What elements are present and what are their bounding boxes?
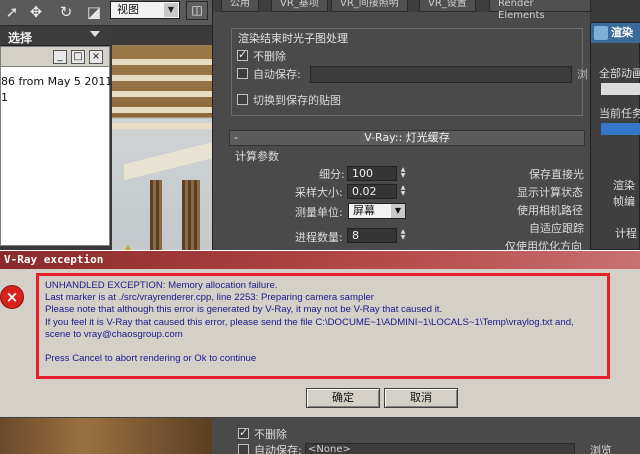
status-line: 帧编 — [613, 195, 635, 208]
settings-tabs: 公用 VR_基项 VR_间接照明 VR_设置 Render Elements — [213, 0, 591, 21]
log-subwindow: _ □ × 86 from May 5 2011, 1 1 — [0, 46, 126, 246]
option-show-calc-phase[interactable]: 显示计算状态 — [517, 184, 583, 200]
tab-vr-settings[interactable]: VR_设置 — [419, 0, 476, 12]
pivot-button[interactable]: ◫ — [186, 1, 208, 20]
scale-value: 屏幕 — [353, 204, 375, 217]
view-select[interactable]: 视图 ▼ — [110, 1, 180, 19]
bottom-auto-save-label: 自动保存: — [254, 444, 302, 454]
bottom-browse-button[interactable]: 浏览 — [590, 442, 612, 454]
option-use-camera-path[interactable]: 使用相机路径 — [517, 202, 583, 218]
group-title: 渲染结束时光子图处理 — [235, 30, 351, 46]
passes-value: 8 — [352, 229, 359, 242]
select-panel-header[interactable]: 选择 — [0, 26, 112, 46]
message-line: UNHANDLED EXCEPTION: Memory allocation f… — [45, 280, 278, 291]
error-message: UNHANDLED EXCEPTION: Memory allocation f… — [45, 280, 574, 365]
error-icon: × — [0, 285, 24, 309]
cursor-icon[interactable]: ➚ — [2, 2, 22, 22]
tab-common[interactable]: 公用 — [221, 0, 259, 12]
close-button[interactable]: × — [89, 50, 103, 64]
ceiling-stripe — [112, 107, 212, 113]
render-status-titlebar: 渲染 — [591, 23, 640, 43]
calc-params-label: 计算参数 — [235, 150, 279, 163]
rollout-title: V-Ray:: 灯光缓存 — [364, 131, 450, 144]
scene-pillar — [182, 180, 200, 250]
auto-save-label: 自动保存: — [253, 68, 301, 81]
option-adaptive-tracing[interactable]: 自适应跟踪 — [529, 220, 584, 236]
dropdown-arrow-icon[interactable] — [90, 31, 100, 37]
dialog-title: V-Ray exception — [0, 251, 640, 269]
sample-size-value: 0.02 — [352, 185, 377, 198]
message-line: Press Cancel to abort rendering or Ok to… — [45, 353, 257, 365]
spinner-arrows-icon[interactable]: ▲ ▼ — [398, 185, 408, 198]
ceiling-stripe — [112, 91, 212, 97]
chevron-down-icon: ▼ — [164, 3, 178, 17]
option-store-direct-light[interactable]: 保存直接光 — [529, 166, 584, 182]
ceiling-stripe — [112, 75, 212, 81]
bottom-auto-save-input[interactable]: <None> — [305, 443, 575, 454]
task-progress-bar — [601, 123, 640, 135]
viewport-bottom — [0, 416, 212, 454]
minimize-button[interactable]: _ — [53, 50, 67, 64]
render-status-title: 渲染 — [611, 26, 633, 39]
message-line: If you feel it is V-Ray that caused this… — [45, 316, 574, 328]
spinner-arrows-icon[interactable]: ▲ ▼ — [398, 167, 408, 180]
subdivs-label: 细分: — [319, 168, 345, 181]
sample-size-label: 采样大小: — [295, 186, 343, 199]
log-line: 1 — [1, 91, 8, 104]
dont-delete-label: 不删除 — [253, 50, 286, 63]
status-line: 渲染 — [613, 179, 635, 192]
dont-delete-checkbox[interactable] — [237, 48, 248, 61]
switch-to-saved-label: 切换到保存的贴图 — [253, 94, 341, 107]
view-select-value: 视图 — [117, 3, 139, 16]
app-icon — [594, 26, 608, 40]
scale-select[interactable]: 屏幕 ▼ — [348, 203, 406, 219]
select-label: 选择 — [8, 31, 33, 45]
log-line: 86 from May 5 2011, 1 — [1, 75, 127, 88]
bottom-none-value: <None> — [308, 444, 351, 454]
maximize-button[interactable]: □ — [71, 50, 85, 64]
total-progress-bar — [601, 83, 640, 95]
scene-pillar — [150, 180, 162, 250]
cancel-button[interactable]: 取消 — [384, 388, 458, 408]
switch-to-saved-checkbox[interactable] — [237, 94, 248, 105]
log-titlebar: _ □ × — [1, 47, 109, 67]
ceiling-stripe — [112, 59, 212, 65]
collapse-icon[interactable]: - — [234, 131, 238, 145]
passes-spinner[interactable]: 8 ▲ ▼ — [347, 228, 405, 243]
sample-size-spinner[interactable]: 0.02 ▲ ▼ — [347, 184, 405, 199]
vray-exception-dialog: V-Ray exception × UNHANDLED EXCEPTION: M… — [0, 250, 640, 418]
move-icon[interactable]: ✥ — [26, 2, 46, 22]
passes-label: 进程数量: — [295, 231, 343, 244]
bottom-dont-delete-checkbox[interactable] — [238, 426, 249, 439]
tab-vr-base[interactable]: VR_基项 — [271, 0, 328, 12]
auto-save-path-input[interactable] — [310, 66, 572, 83]
main-toolbar: ➚ ✥ ↻ ◪ 视图 ▼ ◫ — [0, 0, 212, 26]
auto-save-checkbox[interactable] — [237, 68, 248, 79]
bottom-dont-delete-label: 不删除 — [254, 428, 287, 441]
subdivs-value: 100 — [352, 167, 373, 180]
subdivs-spinner[interactable]: 100 ▲ ▼ — [347, 166, 405, 181]
scale-label: 测量单位: — [295, 206, 343, 219]
message-line: scene to vray@chaosgroup.com — [45, 328, 183, 340]
status-line: 当前任务 — [599, 107, 640, 120]
status-line: 全部动画 — [599, 67, 640, 80]
spinner-arrows-icon[interactable]: ▲ ▼ — [398, 229, 408, 242]
message-line: Last marker is at ./src/vrayrenderer.cpp… — [45, 292, 374, 304]
error-message-box: UNHANDLED EXCEPTION: Memory allocation f… — [36, 273, 610, 379]
chevron-down-icon: ▼ — [391, 204, 405, 218]
tab-vr-gi[interactable]: VR_间接照明 — [331, 0, 408, 12]
render-status-window: 渲染 全部动画 当前任务 渲染 帧编 计程 — [590, 22, 640, 250]
tab-render-elements[interactable]: Render Elements — [489, 0, 591, 21]
bottom-auto-save-checkbox[interactable] — [238, 444, 249, 454]
light-cache-rollout[interactable]: - V-Ray:: 灯光缓存 — [229, 130, 585, 146]
render-settings-panel: 公用 VR_基项 VR_间接照明 VR_设置 Render Elements 渲… — [212, 0, 591, 253]
message-line: Please note that although this error is … — [45, 304, 443, 316]
status-line: 计程 — [615, 227, 637, 240]
scene-beam — [124, 141, 212, 181]
viewport-3d[interactable] — [112, 45, 212, 250]
scale-icon[interactable]: ◪ — [84, 2, 104, 22]
ceiling-stripe — [112, 123, 212, 129]
rotate-icon[interactable]: ↻ — [56, 2, 76, 22]
ok-button[interactable]: 确定 — [306, 388, 380, 408]
